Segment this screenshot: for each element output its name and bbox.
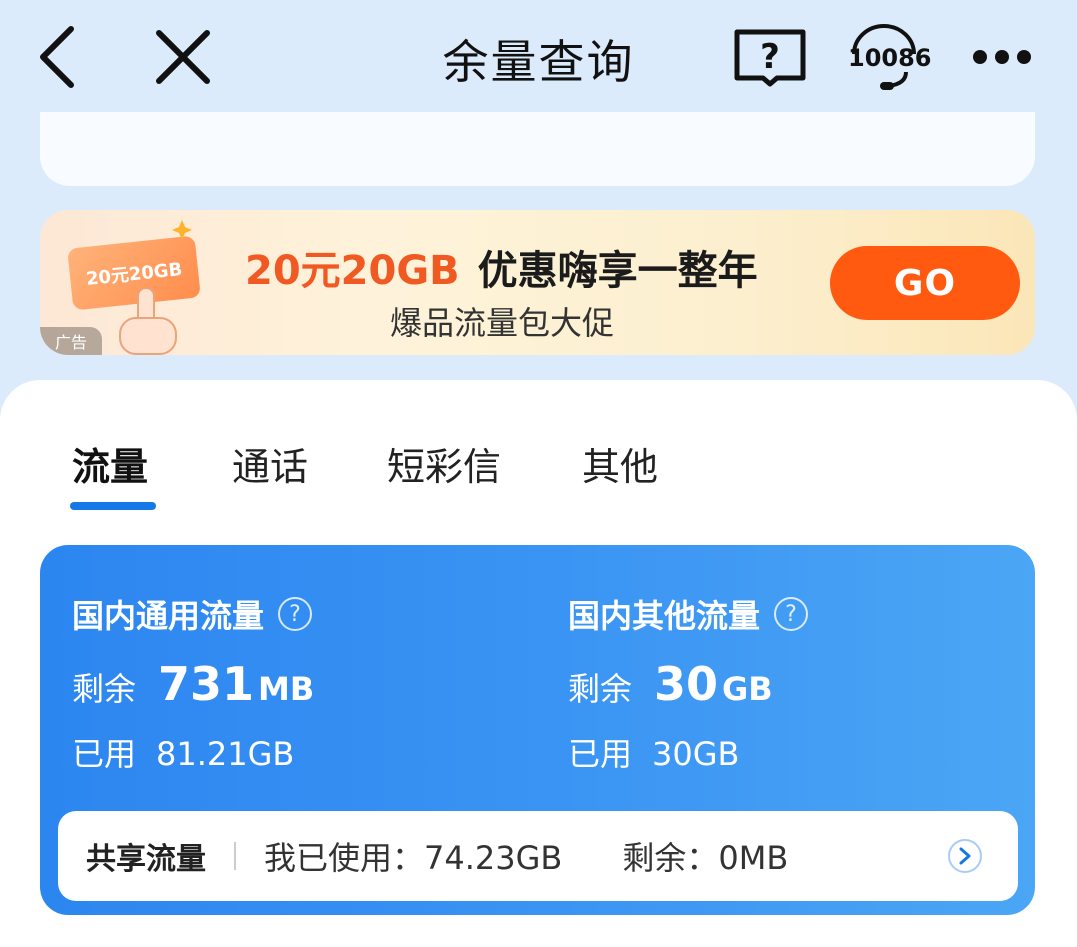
tab-calls[interactable]: 通话	[232, 436, 308, 491]
shared-remain-text: 剩余：0MB	[622, 839, 789, 877]
ad-banner[interactable]: 20元20GB 广告 20元20GB 优惠嗨享一整年 爆品流量包大促 GO	[40, 210, 1035, 355]
remain-row: 剩余 30 GB	[568, 657, 773, 711]
used-label: 已用	[568, 735, 633, 773]
remain-label: 剩余	[72, 670, 137, 708]
pointing-hand-icon	[119, 288, 177, 355]
ad-headline-offer: 20元20GB	[245, 248, 460, 294]
remain-unit: MB	[258, 670, 315, 708]
tab-bar: 流量 通话 短彩信 其他	[0, 436, 1077, 496]
section-title: 国内通用流量 ?	[72, 591, 313, 637]
more-dots-icon	[973, 50, 1031, 64]
ad-headline-slogan: 优惠嗨享一整年	[477, 248, 758, 294]
question-circle-icon[interactable]: ?	[774, 597, 809, 631]
data-balance-card: 国内通用流量 ? 剩余 731 MB 已用 81.21GB 国内其他流量 ? 剩余…	[40, 545, 1035, 915]
active-tab-indicator	[70, 502, 156, 510]
svg-text:?: ?	[760, 37, 780, 77]
ad-headline: 20元20GB 优惠嗨享一整年	[245, 238, 758, 296]
chevron-right-icon[interactable]	[948, 839, 982, 873]
remain-label: 剩余	[568, 670, 633, 708]
section-title: 国内其他流量 ?	[568, 591, 809, 637]
used-value: 30GB	[652, 735, 740, 773]
top-nav-bar: 余量查询 ? 10086	[0, 0, 1077, 112]
ad-label-badge: 广告	[40, 327, 102, 355]
help-book-icon: ?	[734, 29, 806, 87]
domestic-general-section: 国内通用流量 ? 剩余 731 MB 已用 81.21GB	[72, 545, 552, 785]
remain-value: 30	[654, 657, 719, 711]
remain-unit: GB	[722, 670, 773, 708]
tab-sms-mms[interactable]: 短彩信	[387, 436, 501, 491]
ad-subline: 爆品流量包大促	[390, 304, 615, 342]
domestic-other-section: 国内其他流量 ? 剩余 30 GB 已用 30GB	[568, 545, 1048, 785]
previous-card	[40, 112, 1035, 186]
ad-go-button[interactable]: GO	[830, 246, 1020, 320]
tab-data[interactable]: 流量	[72, 436, 148, 491]
question-circle-icon[interactable]: ?	[278, 597, 313, 631]
divider	[234, 842, 236, 870]
used-value: 81.21GB	[156, 735, 295, 773]
used-label: 已用	[72, 735, 137, 773]
tab-other[interactable]: 其他	[582, 436, 658, 491]
domestic-other-title: 国内其他流量	[568, 597, 761, 635]
help-button[interactable]: ?	[730, 22, 810, 92]
shared-data-title: 共享流量	[86, 842, 206, 877]
used-row: 已用 30GB	[568, 729, 739, 775]
more-button[interactable]	[962, 22, 1042, 92]
sparkle-icon	[172, 220, 192, 240]
used-row: 已用 81.21GB	[72, 729, 294, 775]
hotline-button[interactable]: 10086	[844, 22, 932, 92]
remain-value: 731	[158, 657, 255, 711]
domestic-general-title: 国内通用流量	[72, 597, 265, 635]
shared-data-row[interactable]: 共享流量 我已使用：74.23GB 剩余：0MB	[58, 811, 1018, 901]
hotline-number: 10086	[848, 44, 932, 72]
remain-row: 剩余 731 MB	[72, 657, 314, 711]
shared-used-text: 我已使用：74.23GB	[264, 839, 563, 877]
